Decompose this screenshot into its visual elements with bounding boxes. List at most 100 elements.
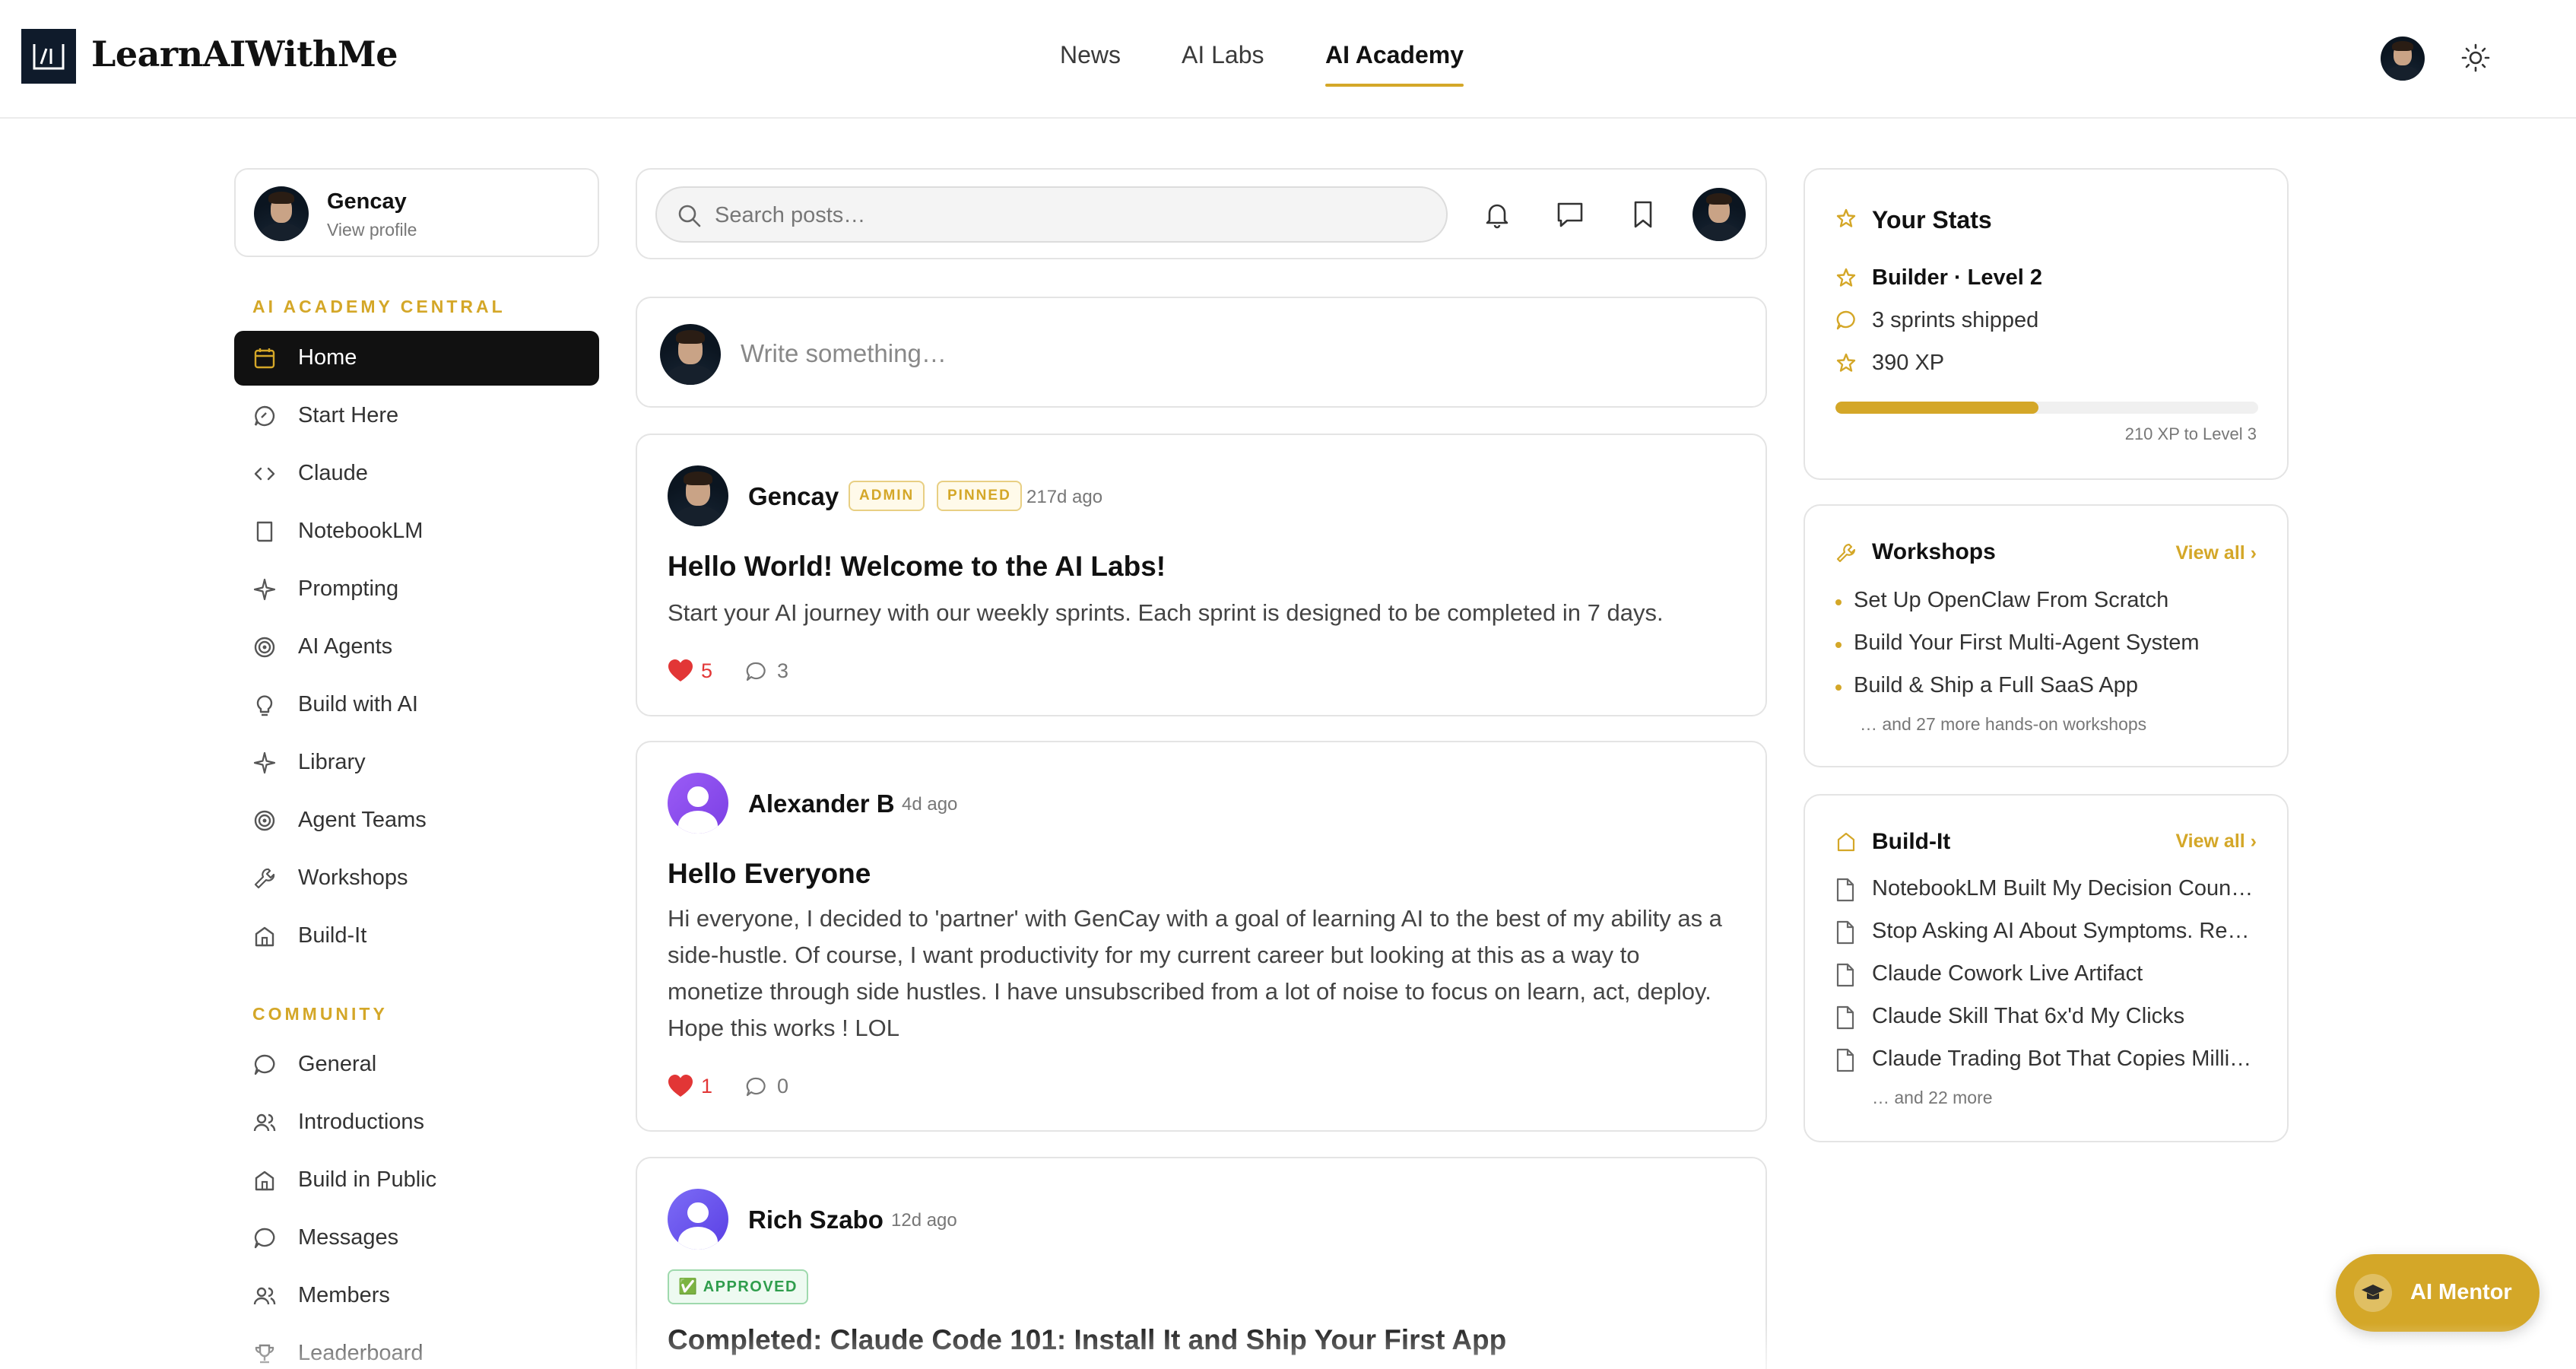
view-profile-link[interactable]: View profile [327, 220, 417, 240]
chevron-right-icon: › [2250, 542, 2257, 564]
sidebar-item-leaderboard[interactable]: Leaderboard [234, 1326, 599, 1369]
nav-ai-labs[interactable]: AI Labs [1182, 41, 1264, 69]
nav-ai-academy[interactable]: AI Academy [1325, 41, 1464, 69]
sparkle-icon [253, 578, 276, 601]
profile-card[interactable]: Gencay View profile [234, 168, 599, 257]
xp-progress-bar [1835, 402, 2258, 414]
post-card[interactable]: Alexander B 4d ago Hello Everyone Hi eve… [636, 741, 1767, 1132]
bullet-dot [1835, 684, 1842, 691]
header-avatar[interactable] [2381, 37, 2425, 81]
post-body: Start your AI journey with our weekly sp… [668, 599, 1664, 626]
top-header: LearnAIWithMe News AI Labs AI Academy [0, 0, 2576, 119]
post-author-name[interactable]: Gencay [748, 482, 839, 511]
post-author-avatar[interactable] [668, 773, 728, 834]
bookmark-icon[interactable] [1627, 199, 1659, 230]
buildit-item[interactable]: Claude Trading Bot That Copies Millio… [1835, 1047, 2261, 1074]
post-timestamp: 217d ago [1026, 487, 1103, 507]
pinned-badge: PINNED [937, 481, 1022, 511]
profile-name: Gencay [327, 189, 407, 214]
calendar-icon [254, 348, 275, 369]
bullet-dot [1835, 599, 1842, 605]
heart-icon[interactable] [668, 659, 693, 683]
star-icon [1836, 268, 1856, 287]
post-title[interactable]: Hello World! Welcome to the AI Labs! [668, 551, 1166, 583]
search-input[interactable] [715, 199, 1429, 232]
sidebar-item-start-here[interactable]: Start Here [234, 389, 599, 443]
bell-icon[interactable] [1481, 199, 1513, 230]
comment-icon[interactable] [745, 1075, 768, 1098]
document-icon [1836, 1005, 1854, 1030]
sidebar-item-build-in-public[interactable]: Build in Public [234, 1153, 599, 1208]
sidebar-item-label: Build with AI [298, 692, 418, 716]
building-icon [1837, 832, 1855, 852]
buildit-item[interactable]: NotebookLM Built My Decision Council… [1835, 876, 2261, 904]
sidebar-item-build-it[interactable]: Build-It [234, 909, 599, 964]
chat-icon[interactable] [1554, 199, 1586, 230]
lightbulb-icon [256, 695, 273, 716]
sidebar-item-label: Build in Public [298, 1167, 437, 1192]
buildit-item[interactable]: Stop Asking AI About Symptoms. Rea… [1835, 919, 2261, 946]
comment-count: 0 [777, 1075, 789, 1097]
sidebar-item-agent-teams[interactable]: Agent Teams [234, 793, 599, 848]
sidebar-item-home[interactable]: Home [234, 331, 599, 386]
sidebar-item-members[interactable]: Members [234, 1269, 599, 1323]
sidebar-item-build-with-ai[interactable]: Build with AI [234, 678, 599, 732]
theme-toggle-sun-icon[interactable] [2460, 43, 2491, 73]
book-icon [256, 521, 273, 542]
nav-news[interactable]: News [1060, 41, 1121, 69]
post-timestamp: 4d ago [902, 794, 958, 815]
stats-title: Your Stats [1872, 206, 1992, 233]
sidebar-item-prompting[interactable]: Prompting [234, 562, 599, 617]
sidebar-item-label: AI Agents [298, 634, 393, 659]
post-card[interactable]: Rich Szabo 12d ago ✅ APPROVED Completed:… [636, 1157, 1767, 1369]
sidebar-item-label: Claude [298, 461, 368, 485]
sidebar-item-ai-agents[interactable]: AI Agents [234, 620, 599, 675]
post-card[interactable]: Gencay ADMIN PINNED 217d ago Hello World… [636, 434, 1767, 716]
search-box[interactable] [655, 186, 1448, 243]
post-author-avatar[interactable] [668, 1189, 728, 1250]
users-icon [253, 1287, 276, 1305]
sidebar-item-general[interactable]: General [234, 1037, 599, 1092]
xp-to-next-level: 210 XP to Level 3 [2124, 424, 2257, 443]
workshops-view-all[interactable]: View all › [2175, 542, 2257, 564]
sidebar-item-label: Start Here [298, 403, 399, 427]
post-title[interactable]: Hello Everyone [668, 858, 871, 890]
post-author-avatar[interactable] [668, 465, 728, 526]
active-nav-indicator [1325, 84, 1464, 87]
sidebar-item-label: Build-It [298, 923, 367, 948]
ai-mentor-button[interactable]: AI Mentor [2336, 1254, 2540, 1332]
buildit-item[interactable]: Claude Skill That 6x'd My Clicks [1835, 1004, 2261, 1031]
document-icon [1836, 1048, 1854, 1072]
post-title[interactable]: Completed: Claude Code 101: Install It a… [668, 1324, 1506, 1356]
profile-avatar [254, 186, 309, 241]
buildit-view-all[interactable]: View all › [2175, 831, 2257, 853]
post-author-name[interactable]: Rich Szabo [748, 1205, 884, 1234]
star-icon [1836, 353, 1856, 372]
buildit-title: Build-It [1872, 829, 1951, 854]
comment-icon[interactable] [745, 660, 768, 683]
heart-icon[interactable] [668, 1074, 693, 1098]
stats-card: Your Stats Builder · Level 2 3 sprints s… [1804, 168, 2289, 480]
workshops-card: Workshops View all › Set Up OpenClaw Fro… [1804, 504, 2289, 767]
workshops-more: … and 27 more hands-on workshops [1860, 714, 2147, 734]
post-author-name[interactable]: Alexander B [748, 789, 895, 818]
sidebar-item-notebooklm[interactable]: NotebookLM [234, 504, 599, 559]
sidebar-item-library[interactable]: Library [234, 735, 599, 790]
sidebar-item-introductions[interactable]: Introductions [234, 1095, 599, 1150]
sidebar-item-label: NotebookLM [298, 519, 424, 543]
toolbar-avatar[interactable] [1692, 188, 1746, 241]
main-nav: News AI Labs AI Academy [0, 41, 2576, 87]
chat-icon [1836, 310, 1855, 330]
sidebar-item-claude[interactable]: Claude [234, 446, 599, 501]
sidebar-item-label: Home [298, 345, 357, 370]
sidebar-item-messages[interactable]: Messages [234, 1211, 599, 1266]
ai-mentor-label: AI Mentor [2410, 1280, 2512, 1304]
rocket-icon [254, 405, 275, 427]
document-icon [1836, 963, 1854, 987]
compose-input[interactable] [741, 335, 1729, 373]
buildit-item[interactable]: Claude Cowork Live Artifact [1835, 961, 2261, 989]
compose-box[interactable] [636, 297, 1767, 408]
comment-count: 3 [777, 659, 789, 682]
sidebar-item-workshops[interactable]: Workshops [234, 851, 599, 906]
users-icon [253, 1113, 276, 1132]
